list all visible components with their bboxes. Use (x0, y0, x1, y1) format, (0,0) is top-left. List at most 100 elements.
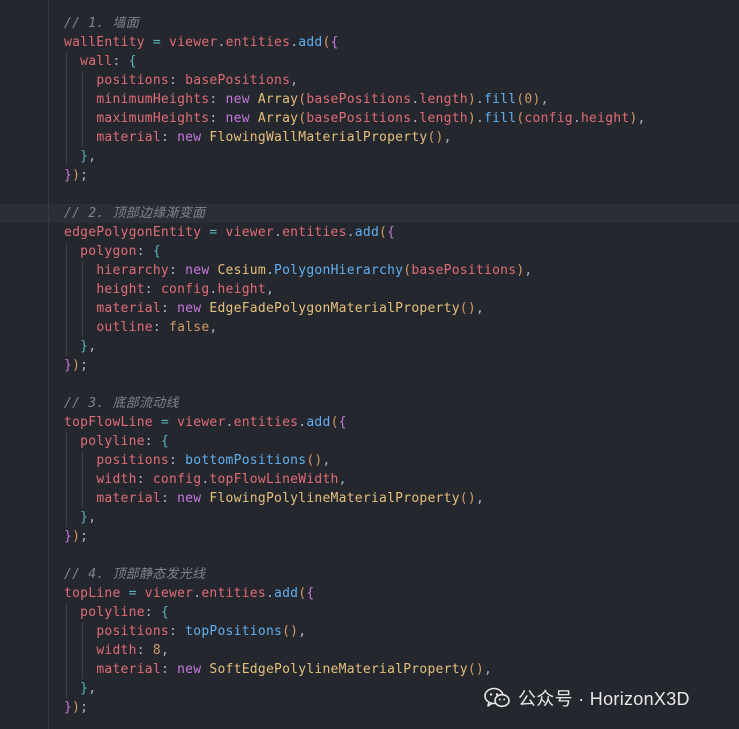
code-line[interactable]: polyline: { (64, 603, 169, 622)
code-line[interactable]: width: 8, (64, 641, 169, 660)
code-token: height (217, 282, 266, 297)
code-token: topLine (64, 586, 121, 601)
code-token: , (290, 73, 299, 88)
code-line[interactable]: polyline: { (64, 432, 169, 451)
code-token: new (225, 92, 258, 107)
code-token: basePositions (185, 73, 291, 88)
indent-guide-outer (48, 0, 49, 729)
code-token: { (160, 605, 170, 620)
code-token: config (152, 472, 202, 487)
code-line[interactable]: }, (64, 679, 96, 698)
code-line[interactable]: positions: bottomPositions(), (64, 451, 331, 470)
code-line[interactable]: material: new EdgeFadePolygonMaterialPro… (64, 299, 484, 318)
code-token: () (427, 130, 444, 145)
code-comment: // 1. 墙面 (64, 16, 139, 31)
code-token: , (160, 643, 170, 658)
code-token: material (96, 301, 161, 316)
code-line[interactable]: minimumHeights: new Array(basePositions.… (64, 90, 549, 109)
code-line[interactable]: // 1. 墙面 (64, 14, 139, 33)
code-token: length (419, 92, 468, 107)
code-token: SoftEdgePolylineMaterialProperty (209, 662, 468, 677)
code-token: new (185, 263, 218, 278)
code-line[interactable]: wall: { (64, 52, 137, 71)
code-token: material (96, 130, 161, 145)
code-line[interactable]: topLine = viewer.entities.add({ (64, 584, 314, 603)
code-line[interactable]: outline: false, (64, 318, 217, 337)
code-token: ( (330, 415, 339, 430)
code-token: add (274, 586, 299, 601)
code-token: , (338, 472, 347, 487)
code-token: topFlowLineWidth (209, 472, 339, 487)
code-token: bottomPositions (185, 453, 307, 468)
code-line[interactable]: positions: topPositions(), (64, 622, 306, 641)
code-line[interactable]: }); (64, 527, 88, 546)
code-line[interactable]: material: new FlowingWallMaterialPropert… (64, 128, 452, 147)
code-token: ; (80, 529, 89, 544)
code-line[interactable]: }, (64, 147, 96, 166)
code-comment: // 4. 顶部静态发光线 (64, 567, 206, 582)
code-token: , (209, 320, 218, 335)
code-token: new (177, 301, 210, 316)
code-token: { (387, 225, 396, 240)
code-token: ) (72, 168, 81, 183)
code-token: PolygonHierarchy (274, 263, 404, 278)
code-token: viewer (169, 35, 218, 50)
code-token: : (209, 111, 226, 126)
code-token: wallEntity (64, 35, 145, 50)
code-line[interactable]: polygon: { (64, 242, 161, 261)
code-token: () (459, 491, 476, 506)
code-line[interactable]: }, (64, 508, 96, 527)
code-line[interactable]: }); (64, 698, 88, 717)
code-token: () (282, 624, 299, 639)
code-token: : (169, 453, 186, 468)
code-line[interactable]: maximumHeights: new Array(basePositions.… (64, 109, 646, 128)
code-token: , (475, 491, 485, 506)
code-line[interactable]: positions: basePositions, (64, 71, 298, 90)
code-line[interactable]: // 4. 顶部静态发光线 (64, 565, 205, 584)
code-token: , (298, 624, 307, 639)
code-line[interactable]: }); (64, 166, 88, 185)
code-line[interactable]: width: config.topFlowLineWidth, (64, 470, 347, 489)
code-line[interactable]: }); (64, 356, 88, 375)
code-token: EdgeFadePolygonMaterialProperty (209, 301, 460, 316)
code-line[interactable]: }, (64, 337, 96, 356)
code-token: entities (201, 586, 266, 601)
code-token: ) (532, 92, 541, 107)
code-token: maximumHeights (96, 111, 210, 126)
code-token: ( (322, 35, 331, 50)
code-token: : (169, 624, 186, 639)
code-token: : (136, 244, 153, 259)
code-line[interactable]: height: config.height, (64, 280, 274, 299)
code-token: positions (96, 453, 170, 468)
code-token: FlowingPolylineMaterialProperty (209, 491, 460, 506)
code-token: material (96, 491, 161, 506)
code-token: Cesium (217, 263, 266, 278)
code-token: config (160, 282, 210, 297)
code-token: . (475, 92, 485, 107)
code-token: polyline (80, 605, 145, 620)
code-token: () (459, 301, 476, 316)
code-line[interactable]: wallEntity = viewer.entities.add({ (64, 33, 339, 52)
code-line[interactable]: hierarchy: new Cesium.PolygonHierarchy(b… (64, 261, 533, 280)
code-editor[interactable]: // 1. 墙面 wallEntity = viewer.entities.add… (0, 0, 739, 729)
code-line[interactable]: // 3. 底部流动线 (64, 394, 179, 413)
code-token: Array (257, 111, 299, 126)
code-token: ) (72, 700, 81, 715)
code-line[interactable]: topFlowLine = viewer.entities.add({ (64, 413, 347, 432)
code-line[interactable]: // 2. 顶部边缘渐变面 (64, 204, 205, 223)
code-line[interactable]: edgePolygonEntity = viewer.entities.add(… (64, 223, 395, 242)
code-token: entities (225, 35, 291, 50)
code-token: } (64, 529, 73, 544)
code-line[interactable]: material: new SoftEdgePolylineMaterialPr… (64, 660, 492, 679)
code-token: topFlowLine (64, 415, 153, 430)
code-token: width (96, 472, 137, 487)
code-token: { (152, 244, 161, 259)
code-line[interactable]: material: new FlowingPolylineMaterialPro… (64, 489, 484, 508)
